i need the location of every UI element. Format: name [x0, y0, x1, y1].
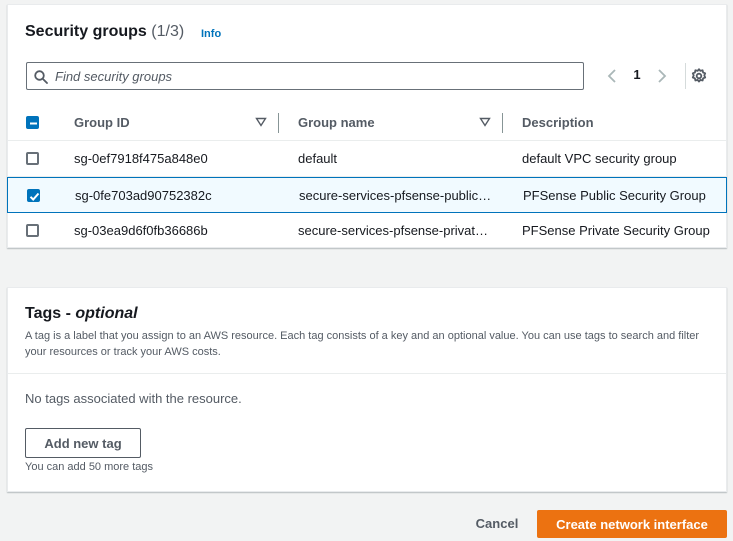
security-groups-panel: Security groups (1/3) Info 1	[7, 4, 727, 248]
description-cell: default VPC security group	[522, 151, 677, 166]
table-header: Group ID Group name Description	[8, 105, 726, 141]
column-header-group-name[interactable]: Group name	[298, 115, 375, 130]
checkmark-icon	[29, 192, 40, 201]
group-id-cell: sg-0ef7918f475a848e0	[74, 151, 208, 166]
caret-down-icon[interactable]	[479, 117, 491, 127]
description-cell: PFSense Private Security Group	[522, 223, 710, 238]
info-link[interactable]: Info	[201, 28, 221, 40]
tags-limit-text: You can add 50 more tags	[25, 461, 154, 473]
row-checkbox[interactable]	[27, 189, 40, 202]
gear-icon[interactable]	[690, 67, 708, 85]
page-number[interactable]: 1	[630, 67, 644, 82]
tags-title: Tags - optional	[25, 305, 138, 323]
column-header-description[interactable]: Description	[522, 115, 594, 130]
column-divider[interactable]	[502, 113, 503, 133]
table-row[interactable]: sg-0ef7918f475a848e0 default default VPC…	[8, 141, 726, 177]
select-all-checkbox[interactable]	[26, 116, 39, 129]
tags-panel: Tags - optional A tag is a label that yo…	[7, 287, 727, 492]
tags-title-text: Tags -	[25, 305, 76, 322]
group-id-cell: sg-03ea9d6f0fb36686b	[74, 223, 208, 238]
dash-icon	[30, 122, 37, 125]
security-groups-table: Group ID Group name Description sg-0ef79…	[7, 105, 727, 249]
add-new-tag-button[interactable]: Add new tag	[25, 428, 141, 458]
search-box[interactable]	[26, 62, 584, 90]
table-row[interactable]: sg-0fe703ad90752382c secure-services-pfs…	[7, 177, 727, 213]
group-id-cell: sg-0fe703ad90752382c	[75, 188, 212, 203]
table-row[interactable]: sg-03ea9d6f0fb36686b secure-services-pfs…	[8, 213, 726, 249]
no-tags-message: No tags associated with the resource.	[25, 391, 242, 406]
column-header-group-id[interactable]: Group ID	[74, 115, 130, 130]
security-groups-heading: Security groups (1/3)	[25, 23, 184, 41]
chevron-right-icon[interactable]	[654, 68, 668, 84]
description-cell: PFSense Public Security Group	[523, 188, 706, 203]
tags-header: Tags - optional A tag is a label that yo…	[8, 288, 726, 374]
tags-optional-label: optional	[75, 305, 138, 322]
security-groups-count: (1/3)	[151, 23, 185, 40]
cancel-button[interactable]: Cancel	[470, 513, 524, 533]
toolbar-divider	[685, 63, 686, 89]
group-name-cell: secure-services-pfsense-public…	[299, 188, 492, 203]
caret-down-icon[interactable]	[255, 117, 267, 127]
row-checkbox[interactable]	[26, 152, 39, 165]
row-checkbox[interactable]	[26, 224, 39, 237]
chevron-left-icon[interactable]	[606, 68, 620, 84]
search-icon	[34, 70, 48, 84]
security-groups-title: Security groups	[25, 23, 147, 40]
group-name-cell: secure-services-pfsense-privat…	[298, 223, 489, 238]
create-network-interface-button[interactable]: Create network interface	[537, 510, 727, 538]
search-input[interactable]	[55, 65, 575, 87]
column-divider[interactable]	[278, 113, 279, 133]
tags-description: A tag is a label that you assign to an A…	[25, 330, 700, 358]
group-name-cell: default	[298, 151, 338, 166]
